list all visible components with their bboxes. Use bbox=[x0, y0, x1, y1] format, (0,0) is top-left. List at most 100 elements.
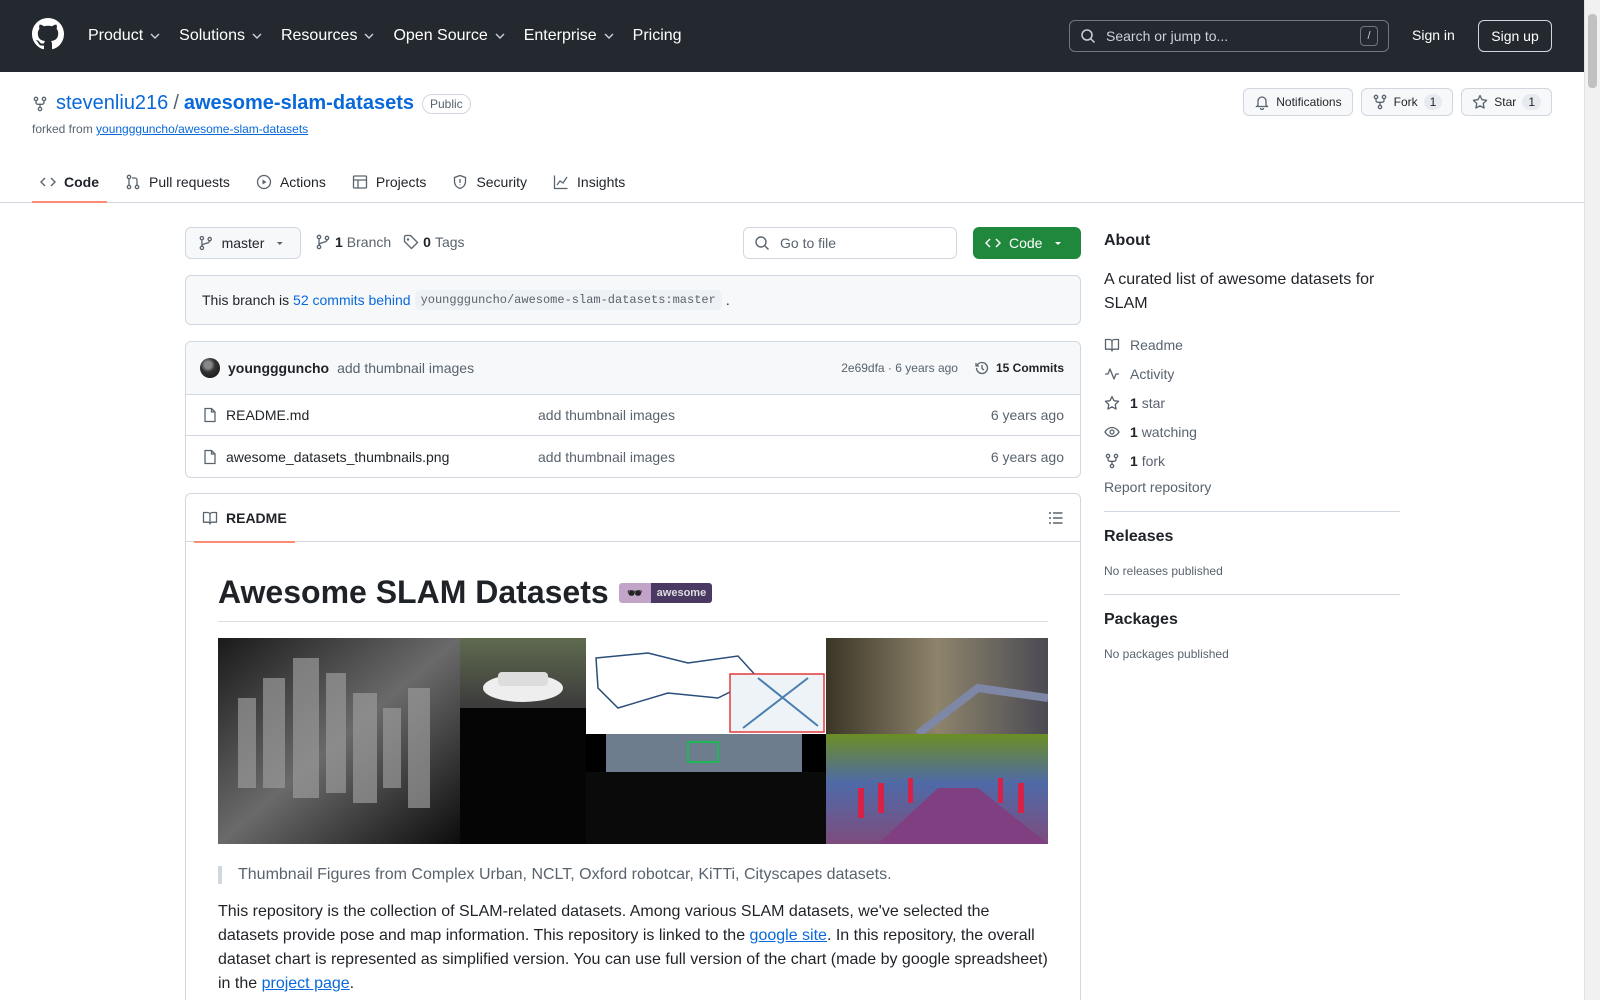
readme-link[interactable]: Readme bbox=[1104, 330, 1400, 359]
file-commit-message[interactable]: add thumbnail images bbox=[538, 407, 991, 423]
tab-pull-requests[interactable]: Pull requests bbox=[117, 162, 238, 202]
file-name-cell[interactable]: awesome_datasets_thumbnails.png bbox=[202, 449, 538, 465]
google-site-link[interactable]: google site bbox=[750, 927, 827, 944]
readme-title: Awesome SLAM Datasets 🕶 awesome bbox=[218, 574, 1048, 622]
search-icon bbox=[755, 236, 769, 250]
file-commit-message[interactable]: add thumbnail images bbox=[538, 449, 991, 465]
upstream-ref[interactable]: younggguncho/awesome-slam-datasets:maste… bbox=[414, 290, 722, 310]
sign-in-link[interactable]: Sign in bbox=[1412, 27, 1455, 43]
pulse-icon bbox=[1105, 367, 1119, 380]
tab-projects[interactable]: Projects bbox=[344, 162, 435, 202]
project-page-link[interactable]: project page bbox=[262, 975, 350, 992]
nav-solutions[interactable]: Solutions bbox=[179, 27, 263, 45]
repo-name-link[interactable]: awesome-slam-datasets bbox=[184, 92, 414, 115]
forked-from-prefix: forked from bbox=[32, 122, 93, 136]
avatar[interactable] bbox=[200, 358, 220, 378]
sign-up-button[interactable]: Sign up bbox=[1478, 20, 1552, 52]
nav-resources[interactable]: Resources bbox=[281, 27, 375, 45]
fork-icon bbox=[1105, 453, 1119, 468]
notifications-label: Notifications bbox=[1276, 95, 1342, 109]
nav-enterprise[interactable]: Enterprise bbox=[524, 27, 615, 45]
releases-heading[interactable]: Releases bbox=[1104, 528, 1400, 546]
star-button[interactable]: Star 1 bbox=[1461, 88, 1552, 116]
readme-heading: Awesome SLAM Datasets bbox=[218, 574, 609, 610]
nav-label: Enterprise bbox=[523, 27, 597, 44]
forked-from-link[interactable]: younggguncho/awesome-slam-datasets bbox=[96, 122, 308, 136]
search-shortcut-key: / bbox=[1360, 26, 1378, 46]
tags-link[interactable]: 0 Tags bbox=[403, 234, 465, 250]
repo-title: stevenliu216 / awesome-slam-datasets Pub… bbox=[32, 92, 471, 115]
tab-label: Actions bbox=[279, 174, 326, 190]
nav-label: Resources bbox=[280, 27, 358, 44]
tab-actions[interactable]: Actions bbox=[248, 162, 334, 202]
about-heading: About bbox=[1104, 232, 1151, 249]
nav-open-source[interactable]: Open Source bbox=[393, 27, 505, 45]
tab-security[interactable]: Security bbox=[444, 162, 535, 202]
bell-icon bbox=[1255, 96, 1269, 110]
global-search-input[interactable]: Search or jump to... / bbox=[1069, 20, 1389, 52]
commits-history-link[interactable]: 15 Commits bbox=[974, 360, 1064, 376]
readme-tab-label: README bbox=[226, 510, 287, 526]
activity-link[interactable]: Activity bbox=[1104, 359, 1400, 388]
scrollbar-thumb[interactable] bbox=[1588, 14, 1597, 88]
caret-down-icon bbox=[1055, 242, 1062, 245]
commit-message[interactable]: add thumbnail images bbox=[337, 360, 841, 376]
behind-prefix: This branch is bbox=[202, 292, 290, 308]
tab-insights[interactable]: Insights bbox=[545, 162, 633, 202]
packages-heading[interactable]: Packages bbox=[1104, 611, 1400, 629]
commit-meta[interactable]: 2e69dfa · 6 years ago bbox=[841, 361, 958, 375]
branch-count: 1 bbox=[335, 234, 343, 250]
search-icon bbox=[1081, 29, 1096, 44]
repo-owner-link[interactable]: stevenliu216 bbox=[56, 92, 168, 115]
repo-separator: / bbox=[173, 92, 179, 114]
go-to-file-input[interactable]: Go to file bbox=[743, 227, 957, 259]
awesome-badge[interactable]: 🕶 awesome bbox=[618, 582, 713, 603]
code-icon bbox=[985, 238, 1001, 248]
forks-link[interactable]: 1 fork bbox=[1104, 446, 1400, 475]
fork-button[interactable]: Fork 1 bbox=[1360, 88, 1454, 116]
sidebar-divider bbox=[1104, 511, 1400, 512]
table-row: awesome_datasets_thumbnails.png add thum… bbox=[186, 436, 1080, 477]
code-button[interactable]: Code bbox=[973, 227, 1081, 259]
book-icon bbox=[1104, 338, 1120, 352]
readme-panel: README Awesome SLAM Datasets 🕶 awesome T… bbox=[185, 493, 1081, 1000]
readme-tab[interactable]: README bbox=[194, 494, 295, 543]
branch-selector[interactable]: master bbox=[185, 227, 301, 259]
about-sidebar: About A curated list of awesome datasets… bbox=[1104, 232, 1400, 661]
notifications-button[interactable]: Notifications bbox=[1243, 88, 1353, 116]
code-button-label: Code bbox=[1009, 235, 1043, 251]
readme-paragraph: This repository is the collection of SLA… bbox=[218, 900, 1048, 996]
nav-product[interactable]: Product bbox=[88, 27, 161, 45]
github-logo-icon[interactable] bbox=[32, 18, 64, 50]
watching-link[interactable]: 1 watching bbox=[1104, 417, 1400, 446]
star-label: Star bbox=[1494, 95, 1517, 109]
thumbnail-collage bbox=[218, 638, 1048, 844]
tag-count: 0 bbox=[423, 234, 431, 250]
table-row: README.md add thumbnail images 6 years a… bbox=[186, 395, 1080, 436]
file-name: README.md bbox=[226, 407, 310, 423]
file-name: awesome_datasets_thumbnails.png bbox=[226, 448, 450, 465]
forked-from: forked from younggguncho/awesome-slam-da… bbox=[32, 122, 308, 136]
commits-behind-link[interactable]: 52 commits behind bbox=[293, 292, 411, 308]
releases-empty-text: No releases published bbox=[1104, 564, 1223, 578]
git-branch-icon bbox=[199, 235, 212, 251]
file-commit-time: 6 years ago bbox=[990, 448, 1064, 465]
list-unordered-icon[interactable] bbox=[1048, 510, 1064, 526]
fork-icon bbox=[1373, 94, 1386, 110]
branch-meta: 1 Branch 0 Tags bbox=[315, 234, 465, 250]
go-to-file-placeholder: Go to file bbox=[780, 235, 837, 251]
page-scrollbar[interactable] bbox=[1584, 0, 1600, 1000]
top-nav: Product Solutions Resources Open Source … bbox=[88, 0, 700, 72]
table-icon bbox=[352, 175, 368, 189]
report-repository-link[interactable]: Report repository bbox=[1104, 479, 1400, 495]
commit-author[interactable]: younggguncho bbox=[228, 360, 329, 376]
caret-down-icon bbox=[277, 242, 284, 245]
tag-icon bbox=[404, 234, 419, 250]
stars-link[interactable]: 1 star bbox=[1104, 388, 1400, 417]
forks-count: 1 bbox=[1130, 452, 1138, 469]
nav-pricing[interactable]: Pricing bbox=[633, 27, 682, 45]
global-header: Product Solutions Resources Open Source … bbox=[0, 0, 1600, 72]
file-name-cell[interactable]: README.md bbox=[202, 407, 538, 423]
branches-link[interactable]: 1 Branch bbox=[315, 234, 391, 250]
tab-code[interactable]: Code bbox=[32, 162, 107, 203]
